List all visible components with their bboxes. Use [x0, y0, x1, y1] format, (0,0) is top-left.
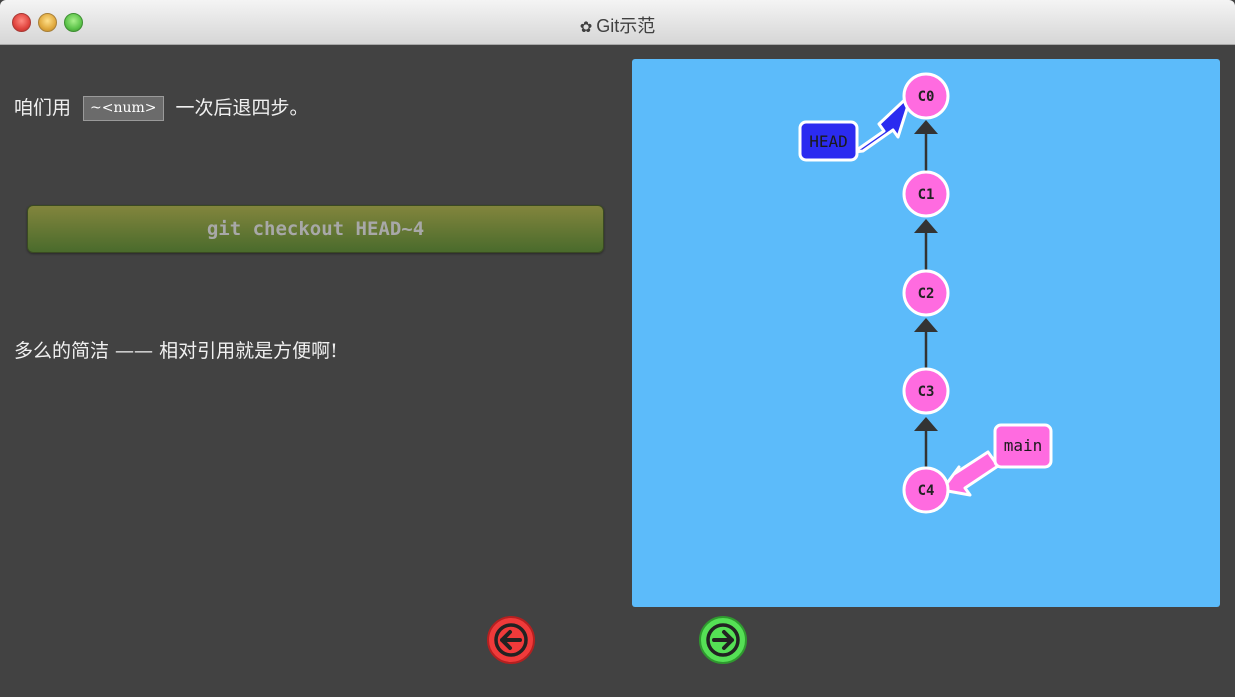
- forward-button[interactable]: [699, 616, 747, 664]
- left-arrow-icon: [494, 623, 528, 657]
- code-snippet: ~<num>: [83, 96, 164, 121]
- commit-label: C4: [918, 483, 935, 499]
- main-arrow: [940, 450, 1000, 497]
- commit-node[interactable]: C2: [902, 269, 950, 317]
- instruction-text-after: 一次后退四步。: [175, 97, 309, 119]
- commit-label: C3: [918, 384, 935, 400]
- instruction-line-2: 多么的简洁 —— 相对引用就是方便啊!: [14, 340, 338, 362]
- commit-node[interactable]: C4: [902, 466, 950, 514]
- commit-node[interactable]: C1: [902, 170, 950, 218]
- commit-label: C0: [918, 89, 935, 105]
- window-titlebar: ✿ Git示范: [0, 0, 1235, 45]
- back-button[interactable]: [487, 616, 535, 664]
- gear-icon: ✿: [579, 19, 593, 36]
- instruction-line-1: 咱们用 ~<num> 一次后退四步。: [14, 93, 309, 121]
- command-button[interactable]: git checkout HEAD~4: [27, 205, 604, 253]
- branch-label: HEAD: [809, 132, 848, 151]
- git-visualization-panel: C0 C1 C2 C3 C4 HEAD main: [632, 59, 1220, 607]
- window-title-text: Git示范: [596, 16, 656, 36]
- commit-node[interactable]: C0: [902, 72, 950, 120]
- branch-main[interactable]: main: [993, 423, 1053, 469]
- right-arrow-icon: [706, 623, 740, 657]
- commit-label: C2: [918, 286, 935, 302]
- commit-graph: C0 C1 C2 C3 C4 HEAD main: [798, 72, 1053, 514]
- window-title: ✿ Git示范: [0, 12, 1235, 38]
- commit-node[interactable]: C3: [902, 367, 950, 415]
- commit-label: C1: [918, 187, 935, 203]
- branch-label: main: [1004, 436, 1043, 455]
- branch-head[interactable]: HEAD: [798, 120, 859, 162]
- instruction-text-before: 咱们用: [14, 97, 72, 119]
